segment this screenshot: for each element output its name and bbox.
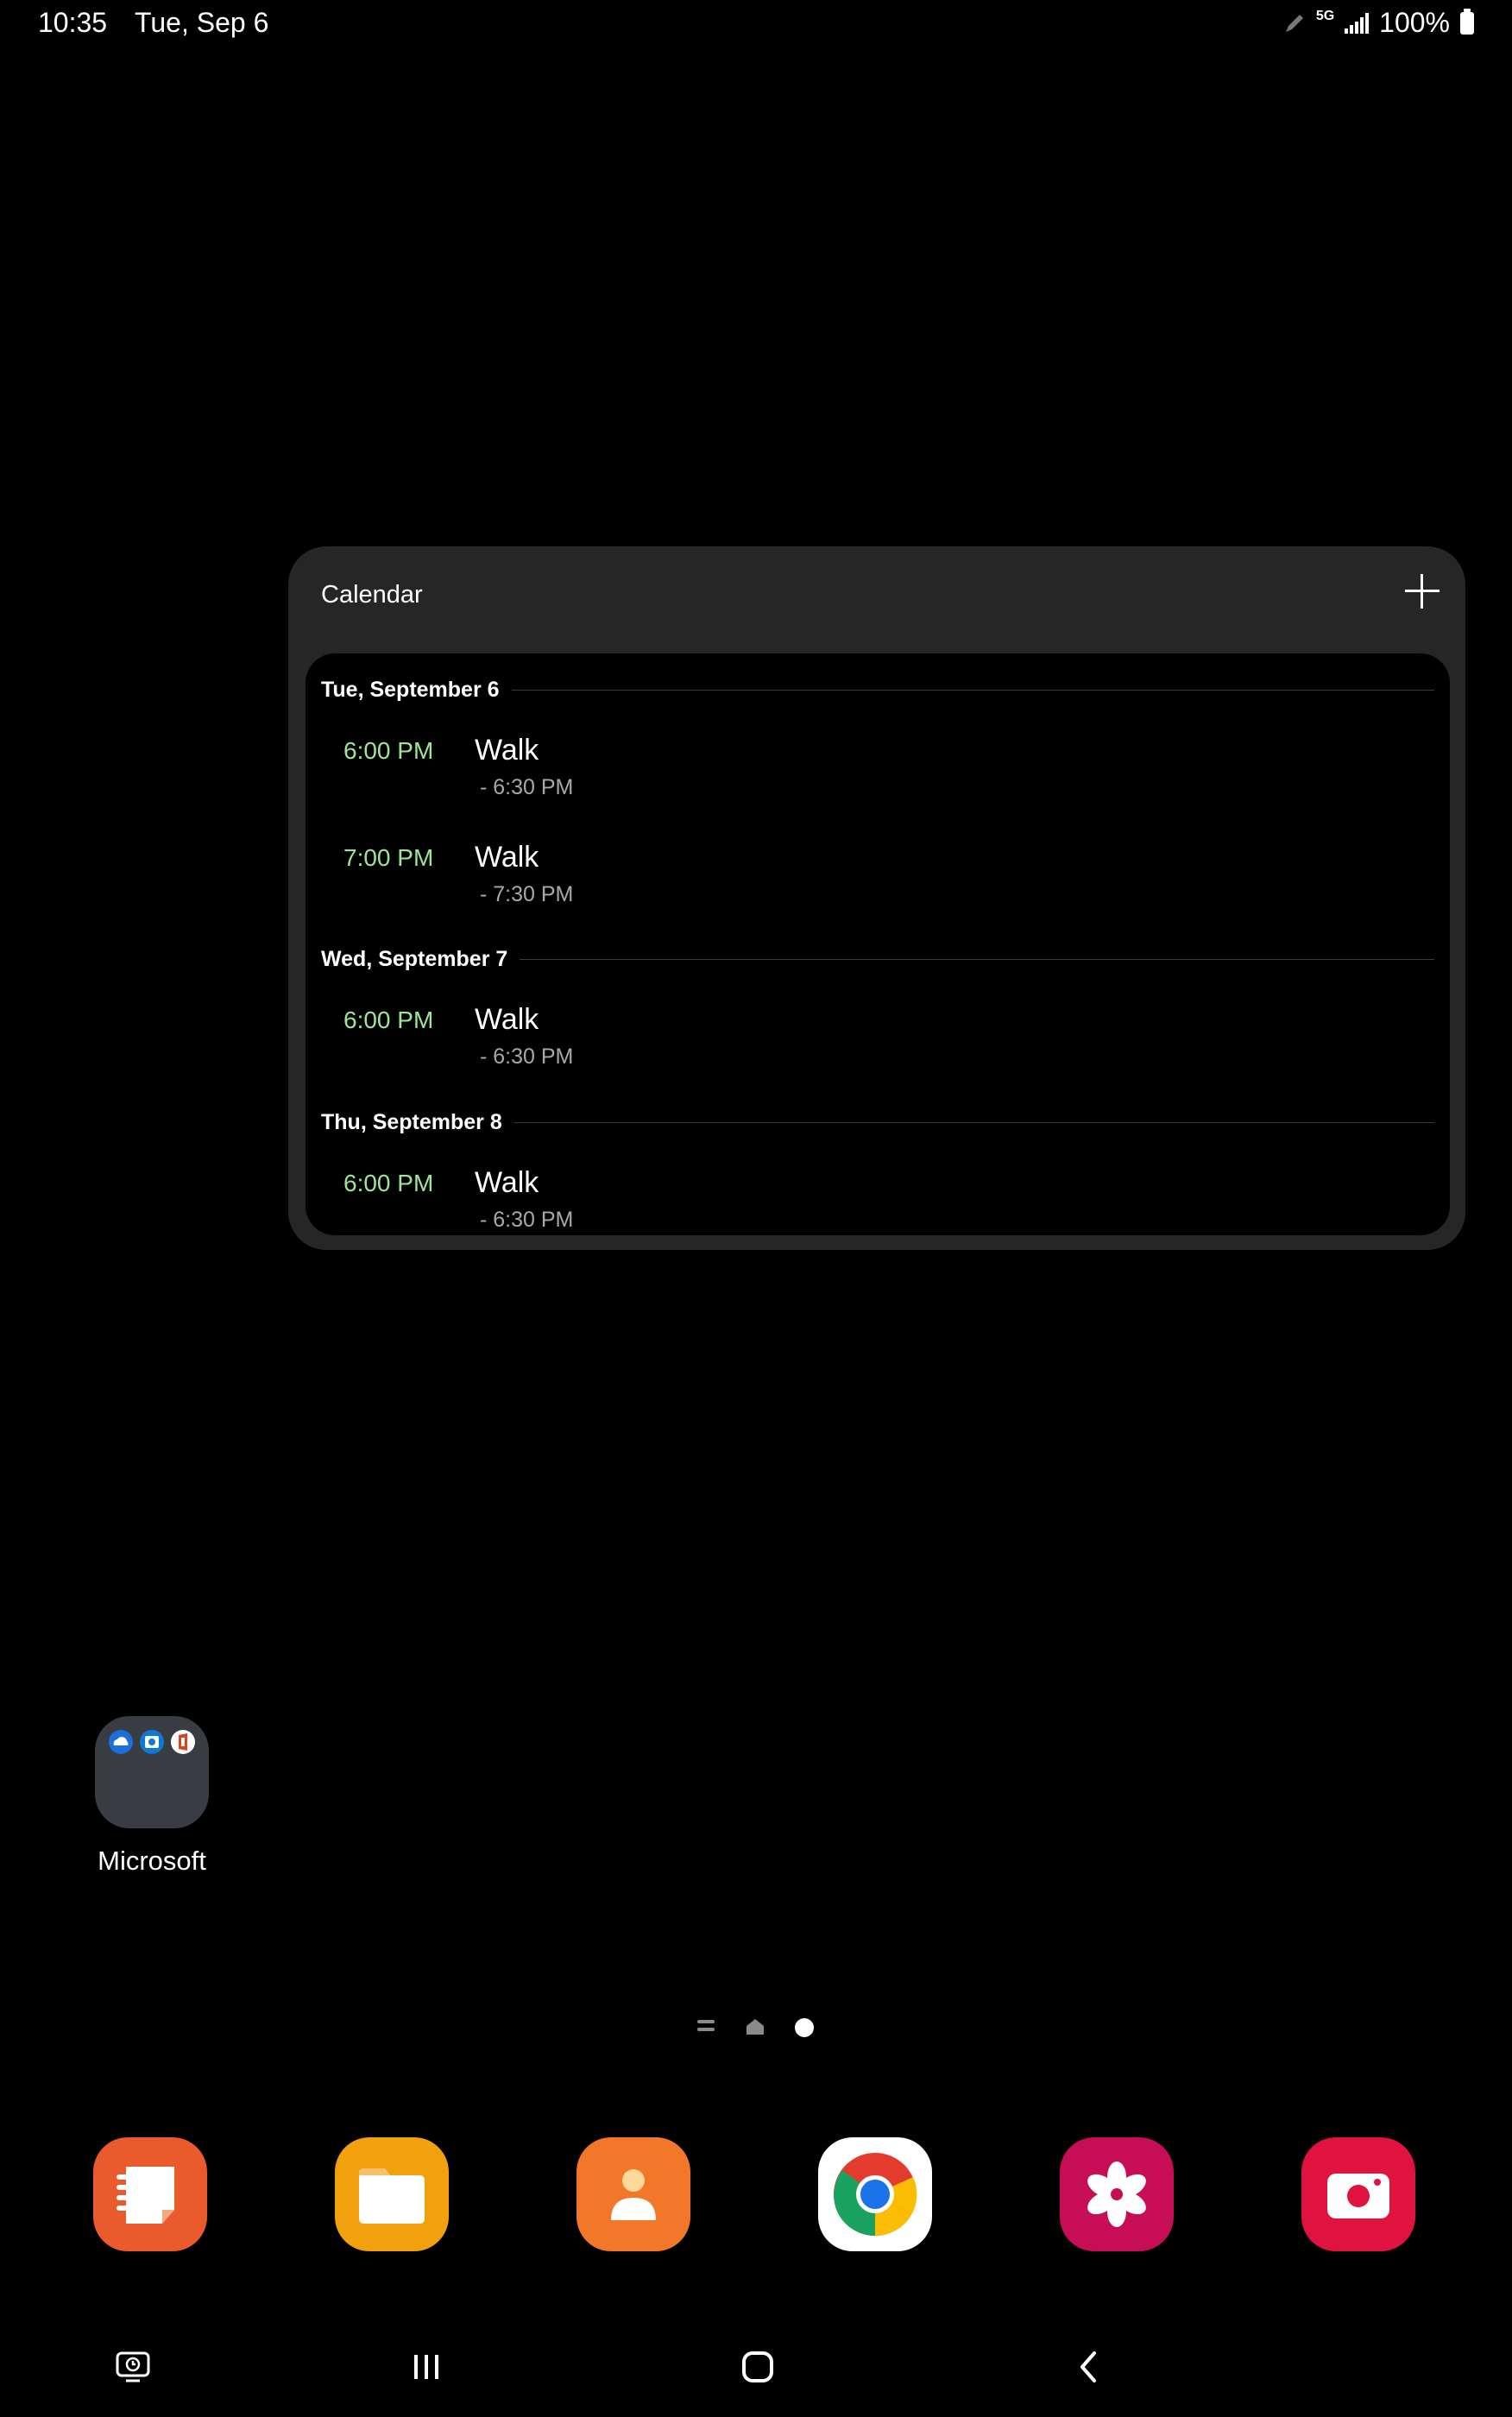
event-start: 6:00 PM [343, 1170, 434, 1196]
events-list[interactable]: Tue, September 6 6:00 PM Walk - 6:30 PM … [306, 653, 1450, 1235]
calendar-widget[interactable]: Calendar Tue, September 6 6:00 PM Walk -… [288, 546, 1465, 1250]
event-title: Walk [475, 1003, 539, 1036]
event-item[interactable]: 6:00 PM Walk - 6:30 PM [306, 1166, 1450, 1235]
page-indicator[interactable] [0, 2016, 1512, 2042]
day-header: Wed, September 7 [321, 947, 1434, 972]
status-bar: 10:35 Tue, Sep 6 5G 100% [0, 0, 1512, 52]
battery-icon [1460, 8, 1474, 35]
widget-title[interactable]: Calendar [321, 581, 423, 609]
event-item[interactable]: 7:00 PM Walk - 7:30 PM [306, 841, 1450, 948]
event-start: 7:00 PM [343, 844, 434, 871]
event-end: - 6:30 PM [480, 1044, 574, 1069]
home-icon[interactable] [746, 2018, 765, 2035]
event-title: Walk [475, 1166, 539, 1199]
status-time: 10:35 [38, 7, 108, 38]
back-button[interactable] [1072, 2348, 1106, 2386]
contacts-icon[interactable] [576, 2137, 690, 2251]
screen-time-icon[interactable] [114, 2348, 152, 2386]
chrome-icon[interactable] [818, 2137, 932, 2251]
day-header-label: Wed, September 7 [321, 947, 508, 971]
battery-percent: 100% [1379, 7, 1450, 38]
event-item[interactable]: 6:00 PM Walk - 6:30 PM [306, 1003, 1450, 1110]
day-header-label: Tue, September 6 [321, 678, 500, 702]
event-title: Walk [475, 841, 539, 874]
home-button[interactable] [739, 2348, 777, 2386]
folder-label[interactable]: Microsoft [69, 1846, 235, 1877]
status-date: Tue, Sep 6 [135, 7, 269, 38]
onedrive-icon [109, 1730, 133, 1754]
event-end: - 7:30 PM [480, 882, 574, 906]
pen-icon [1285, 14, 1303, 32]
microsoft-folder[interactable] [95, 1716, 209, 1828]
day-header: Tue, September 6 [321, 678, 1434, 703]
my-files-icon[interactable] [335, 2137, 449, 2251]
camera-icon[interactable] [1301, 2137, 1415, 2251]
list-icon[interactable] [697, 2020, 715, 2034]
page-dot-active[interactable] [795, 2018, 814, 2037]
gallery-icon[interactable] [1060, 2137, 1174, 2251]
signal-icon [1345, 12, 1370, 34]
event-end: - 6:30 PM [480, 775, 574, 799]
office-icon [171, 1730, 195, 1754]
add-event-icon[interactable] [1403, 572, 1441, 610]
event-title: Walk [475, 734, 539, 767]
samsung-notes-icon[interactable] [93, 2137, 207, 2251]
event-start: 6:00 PM [343, 737, 434, 764]
network-type: 5G [1315, 8, 1335, 23]
event-item[interactable]: 6:00 PM Walk - 6:30 PM [306, 734, 1450, 841]
event-start: 6:00 PM [343, 1007, 434, 1033]
recents-button[interactable] [409, 2348, 444, 2386]
day-header: Thu, September 8 [321, 1110, 1434, 1135]
event-end: - 6:30 PM [480, 1208, 574, 1232]
day-header-label: Thu, September 8 [321, 1110, 502, 1134]
outlook-icon [140, 1730, 164, 1754]
status-right: 5G 100% [1283, 7, 1474, 39]
